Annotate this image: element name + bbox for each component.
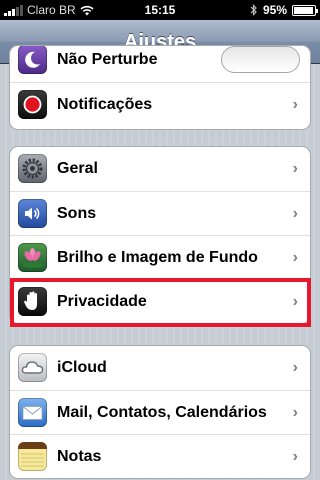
chevron-right-icon: › <box>292 293 298 310</box>
settings-row-label: Notas <box>57 448 102 465</box>
settings-row-privacy[interactable]: Privacidade › <box>10 279 310 323</box>
chevron-right-icon: › <box>292 160 298 177</box>
settings-row-label: Privacidade <box>57 293 147 310</box>
hand-icon <box>18 287 47 316</box>
settings-row-notifications[interactable]: Notificações › <box>10 82 310 126</box>
settings-row-label: iCloud <box>57 359 107 376</box>
settings-row-do-not-disturb[interactable]: Não Perturbe <box>10 46 310 82</box>
moon-icon <box>18 46 47 74</box>
settings-group-general: Geral › Sons › Brilho e Imagem de Fundo … <box>9 146 311 324</box>
status-bar: Claro BR 15:15 95% <box>0 0 320 20</box>
settings-group-accounts: iCloud › Mail, Contatos, Calendários › N… <box>9 345 311 479</box>
chevron-right-icon: › <box>292 404 298 421</box>
settings-row-icloud[interactable]: iCloud › <box>10 346 310 390</box>
settings-row-notes[interactable]: Notas › <box>10 434 310 478</box>
chevron-right-icon: › <box>292 448 298 465</box>
settings-group-notifications: Não Perturbe Notificações › <box>9 45 311 130</box>
settings-row-label: Sons <box>57 205 97 222</box>
settings-row-label: Mail, Contatos, Calendários <box>57 404 267 421</box>
speaker-icon <box>18 199 47 228</box>
flower-icon <box>18 243 47 272</box>
battery-icon <box>292 4 318 16</box>
chevron-right-icon: › <box>292 205 298 222</box>
chevron-right-icon: › <box>292 96 298 113</box>
settings-row-mail-contacts-calendars[interactable]: Mail, Contatos, Calendários › <box>10 390 310 434</box>
settings-row-label: Notificações <box>57 96 153 113</box>
notifications-icon <box>18 90 47 119</box>
chevron-right-icon: › <box>292 249 298 266</box>
bluetooth-icon <box>250 4 257 16</box>
chevron-right-icon: › <box>292 359 298 376</box>
settings-row-label: Brilho e Imagem de Fundo <box>57 249 258 266</box>
mail-icon <box>18 398 47 427</box>
settings-row-label: Geral <box>57 160 98 177</box>
do-not-disturb-toggle[interactable] <box>221 46 300 73</box>
settings-row-label: Não Perturbe <box>57 51 158 68</box>
battery-percent: 95% <box>262 3 287 17</box>
settings-row-brightness-wallpaper[interactable]: Brilho e Imagem de Fundo › <box>10 235 310 279</box>
settings-row-general[interactable]: Geral › <box>10 147 310 191</box>
gear-icon <box>18 154 47 183</box>
notes-icon <box>18 442 47 471</box>
cloud-icon <box>18 353 47 382</box>
settings-row-sounds[interactable]: Sons › <box>10 191 310 235</box>
